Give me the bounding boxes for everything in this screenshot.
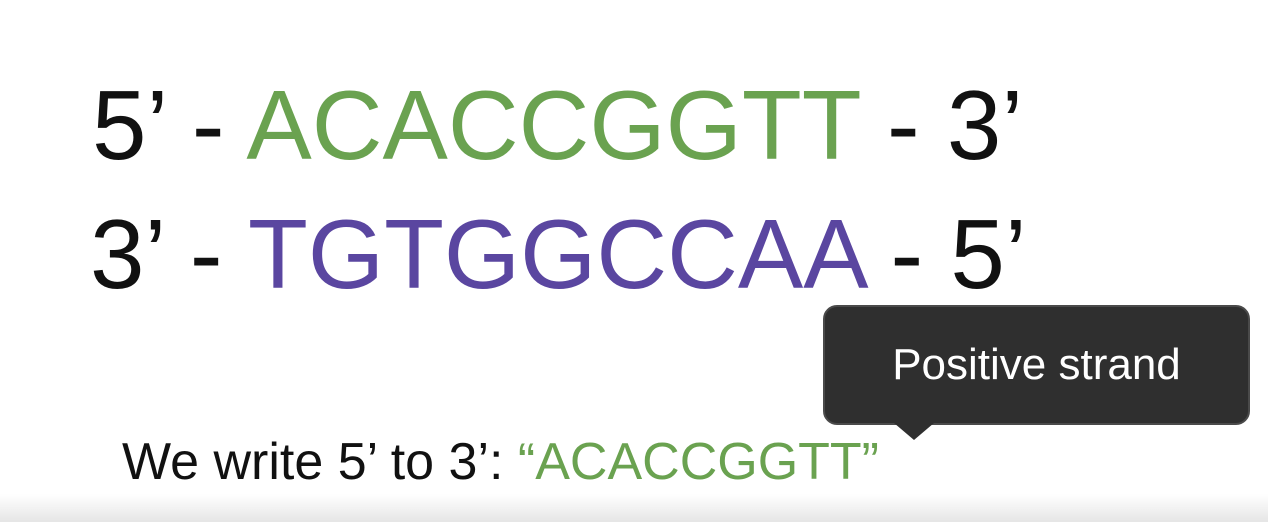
bottom-strand-bases: TGTGGCCAA — [247, 199, 864, 309]
bottom-shadow — [0, 494, 1268, 522]
caption-quoted-sequence: “ACACCGGTT” — [517, 433, 880, 491]
positive-strand-tooltip: Positive strand — [823, 305, 1250, 425]
bottom-strand-dash-right: - — [890, 199, 924, 309]
bottom-strand-sequence: 3’ - TGTGGCCAA - 5’ — [90, 205, 1027, 303]
tooltip-arrow — [894, 423, 934, 440]
top-strand-bases: ACACCGGTT — [246, 70, 860, 180]
top-strand-dash-left: - — [191, 70, 225, 180]
bottom-strand-left-end: 3’ — [90, 199, 163, 309]
top-strand-dash-right: - — [887, 70, 920, 180]
caption-prefix: We write 5’ to 3’: — [122, 433, 518, 491]
bottom-strand-dash-left: - — [189, 199, 223, 309]
tooltip-text: Positive strand — [892, 340, 1181, 389]
top-strand-left-end: 5’ — [92, 70, 165, 180]
caption: We write 5’ to 3’: “ACACCGGTT” — [122, 436, 879, 488]
bottom-strand-right-end: 5’ — [950, 199, 1027, 309]
top-strand-right-end: 3’ — [946, 70, 1024, 180]
top-strand-sequence: 5’ - ACACCGGTT - 3’ — [92, 76, 1023, 174]
